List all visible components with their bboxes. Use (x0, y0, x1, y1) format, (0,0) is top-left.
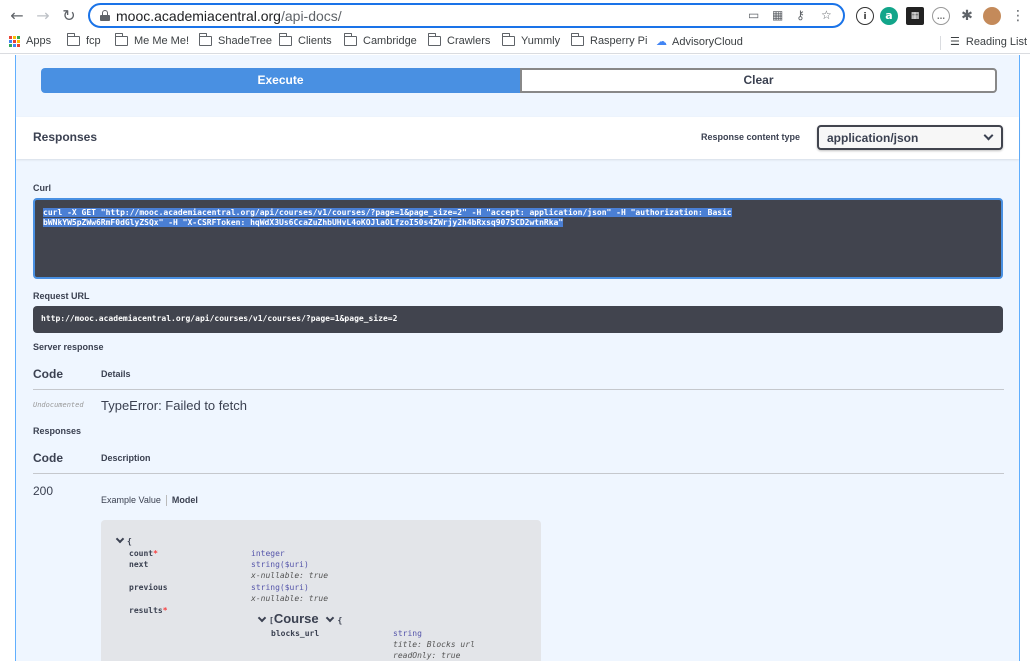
model-schema: { count* integer next string($uri) x-nul… (101, 520, 541, 661)
server-response-details-header: Details (101, 369, 131, 379)
puzzle-icon[interactable]: ✱ (958, 7, 976, 25)
grammar-extension-icon[interactable]: a (880, 7, 898, 25)
server-response-code-header: Code (33, 367, 63, 381)
bookmark-yummly[interactable]: Yummly (502, 33, 560, 47)
bookmark-clients[interactable]: Clients (279, 33, 332, 47)
reload-icon[interactable]: ↻ (59, 6, 79, 26)
menu-icon[interactable]: ⋮ (1008, 6, 1028, 26)
chevron-down-icon (983, 130, 994, 141)
folder-icon (344, 33, 357, 46)
field-next-key: next (129, 560, 149, 569)
responses-label: Responses (33, 426, 82, 436)
chevron-down-icon (115, 534, 125, 544)
tab-separator (165, 495, 167, 507)
field-count-type: integer (251, 549, 285, 558)
response-content-type-select[interactable]: application/json (817, 125, 1003, 150)
responses-description-header: Description (101, 453, 151, 463)
field-blocks-url-title: title: Blocks url (393, 640, 475, 649)
bookmark-fcp[interactable]: fcp (67, 33, 101, 47)
color-picker-extension-icon[interactable]: ▦ (906, 7, 924, 25)
table-divider (33, 389, 1004, 390)
server-response-details: TypeError: Failed to fetch (101, 398, 247, 413)
responses-header: Responses Response content type applicat… (16, 117, 1019, 159)
chevron-down-icon (257, 613, 267, 623)
field-previous-meta: x-nullable: true (251, 594, 329, 603)
folder-icon (502, 33, 515, 46)
forward-icon[interactable]: → (33, 6, 53, 26)
field-next-meta: x-nullable: true (251, 571, 329, 580)
execute-button[interactable]: Execute (41, 68, 520, 93)
bookmark-advisorycloud[interactable]: ☁ AdvisoryCloud (656, 35, 743, 48)
lock-icon (100, 10, 110, 21)
field-blocks-url-key: blocks_url (271, 629, 320, 638)
folder-icon (279, 33, 292, 46)
cloud-icon: ☁ (656, 35, 667, 48)
field-next-type: string($uri) (251, 560, 309, 569)
browser-toolbar: ← → ↻ mooc.academiacentral.org/api-docs/… (0, 0, 1030, 32)
course-model-toggle[interactable]: [Course { (257, 611, 342, 626)
responses-code-header: Code (33, 451, 63, 465)
address-url[interactable]: mooc.academiacentral.org/api-docs/ (116, 8, 342, 24)
bookmark-apps[interactable]: Apps (9, 35, 51, 47)
clear-button[interactable]: Clear (520, 68, 997, 93)
folder-icon (115, 33, 128, 46)
request-url-value[interactable]: http://mooc.academiacentral.org/api/cour… (33, 306, 1003, 333)
folder-icon (67, 33, 80, 46)
address-bar[interactable]: mooc.academiacentral.org/api-docs/ ▭ ▦ ⚷… (88, 3, 845, 28)
curl-label: Curl (33, 183, 51, 193)
server-response-code: Undocumented (33, 401, 84, 409)
folder-icon (428, 33, 441, 46)
tab-model[interactable]: Model (172, 495, 198, 505)
avatar[interactable] (983, 7, 1001, 25)
cast-icon[interactable]: ▭ (748, 8, 759, 22)
back-icon[interactable]: ← (7, 6, 27, 26)
bookmark-crawlers[interactable]: Crawlers (428, 33, 490, 47)
course-model-name: Course (273, 611, 319, 626)
swagger-page: Execute Clear Responses Response content… (0, 55, 1030, 661)
chevron-down-icon (326, 613, 335, 623)
field-previous-type: string($uri) (251, 583, 309, 592)
field-results-key: results* (129, 606, 168, 615)
key-icon[interactable]: ⚷ (796, 8, 805, 22)
responses-title: Responses (33, 130, 98, 144)
field-previous-key: previous (129, 583, 168, 592)
request-url-label: Request URL (33, 291, 90, 301)
model-root-toggle[interactable]: { (115, 534, 132, 546)
tab-example-value[interactable]: Example Value (101, 495, 161, 505)
reading-list[interactable]: ☰ Reading List (950, 35, 1027, 48)
qr-code-icon[interactable]: ▦ (772, 8, 783, 22)
bookmarks-divider (940, 36, 941, 50)
star-icon[interactable]: ☆ (821, 8, 832, 22)
field-blocks-url-readonly: readOnly: true (393, 651, 461, 660)
extension-icon[interactable]: … (932, 7, 950, 25)
reading-list-icon: ☰ (950, 35, 960, 48)
folder-icon (199, 33, 212, 46)
bookmark-shadetree[interactable]: ShadeTree (199, 33, 272, 47)
response-content-type-label: Response content type (701, 132, 801, 142)
apps-grid-icon (9, 35, 20, 47)
operation-block: Execute Clear Responses Response content… (15, 55, 1020, 661)
bookmarks-bar: Apps fcp Me Me Me! ShadeTree Clients Cam… (0, 32, 1030, 54)
response-code-200: 200 (33, 484, 54, 498)
field-blocks-url-type: string (393, 629, 422, 638)
folder-icon (571, 33, 584, 46)
bookmark-me-me-me[interactable]: Me Me Me! (115, 33, 189, 47)
curl-command[interactable]: curl -X GET "http://mooc.academiacentral… (33, 198, 1003, 279)
model-tabs: Example Value Model (101, 495, 198, 507)
table-divider (33, 473, 1004, 474)
field-count-key: count* (129, 549, 158, 558)
bookmark-cambridge[interactable]: Cambridge (344, 33, 417, 47)
bookmark-rasperry-pi[interactable]: Rasperry Pi (571, 33, 647, 47)
server-response-label: Server response (33, 342, 104, 352)
password-manager-icon[interactable]: i (856, 7, 874, 25)
